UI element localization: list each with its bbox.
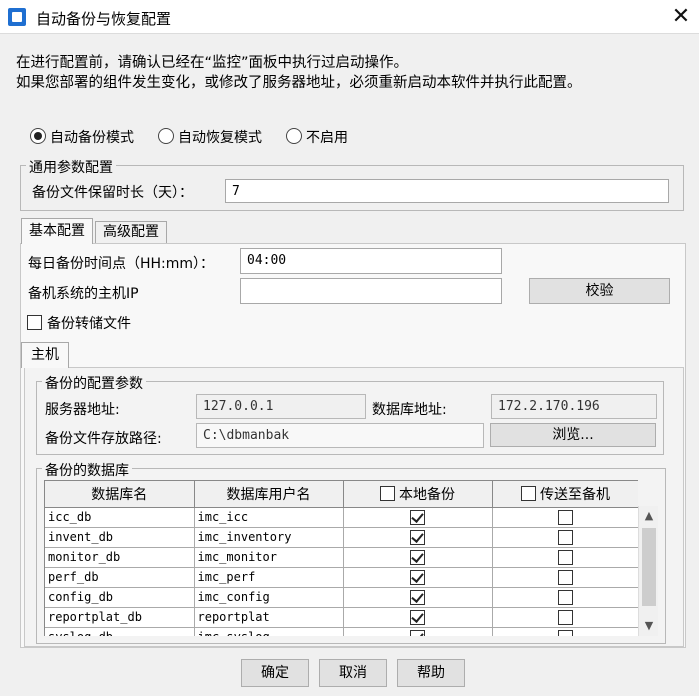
send-standby-checkbox[interactable] (558, 509, 573, 525)
table-row[interactable]: perf_db imc_perf (45, 567, 638, 588)
local-backup-checkbox[interactable] (410, 509, 425, 525)
config-params-title: 备份的配置参数 (42, 373, 146, 393)
table-scrollbar[interactable]: ▲ ▼ (638, 506, 658, 636)
db-name-cell: invent_db (45, 527, 195, 548)
table-row[interactable]: reportplat_db reportplat (45, 607, 638, 628)
title-bar: 自动备份与恢复配置 ✕ (0, 0, 699, 34)
col-header-local-backup[interactable]: 本地备份 (343, 481, 493, 508)
local-backup-checkbox[interactable] (410, 529, 425, 545)
col-header-db-name[interactable]: 数据库名 (45, 481, 195, 508)
tab-basic-config[interactable]: 基本配置 (21, 218, 93, 244)
standby-ip-input[interactable] (240, 278, 502, 304)
send-standby-all-checkbox[interactable] (521, 485, 536, 501)
verify-button[interactable]: 校验 (529, 278, 670, 304)
intro-line-1: 在进行配置前，请确认已经在“监控”面板中执行过启动操作。 (16, 55, 409, 71)
backup-path-field[interactable]: C:\dbmanbak (196, 423, 484, 448)
send-standby-checkbox[interactable] (558, 589, 573, 605)
retention-input[interactable]: 7 (225, 179, 669, 203)
db-name-cell: icc_db (45, 507, 195, 528)
table-row[interactable]: invent_db imc_inventory (45, 527, 638, 548)
local-backup-checkbox[interactable] (410, 549, 425, 565)
scroll-thumb[interactable] (642, 528, 656, 606)
radio-disable[interactable] (286, 128, 302, 144)
tab-advanced-config[interactable]: 高级配置 (95, 221, 167, 243)
send-standby-checkbox[interactable] (558, 629, 573, 636)
app-icon (8, 8, 26, 26)
db-user-cell: imc_inventory (194, 527, 344, 548)
cancel-button[interactable]: 取消 (319, 659, 387, 687)
db-user-cell: imc_syslog (194, 627, 344, 636)
db-name-cell: monitor_db (45, 547, 195, 568)
scroll-up-icon[interactable]: ▲ (639, 506, 659, 526)
databases-title: 备份的数据库 (42, 460, 132, 480)
db-user-cell: imc_perf (194, 567, 344, 588)
radio-auto-backup-label[interactable]: 自动备份模式 (50, 127, 134, 147)
col-header-local-backup-label: 本地备份 (399, 486, 455, 503)
radio-auto-restore[interactable] (158, 128, 174, 144)
send-standby-checkbox[interactable] (558, 549, 573, 565)
intro-line-2: 如果您部署的组件发生变化，或修改了服务器地址，必须重新启动本软件并执行此配置。 (16, 75, 582, 91)
table-row[interactable]: monitor_db imc_monitor (45, 547, 638, 568)
radio-disable-label[interactable]: 不启用 (306, 127, 348, 147)
tab-host[interactable]: 主机 (21, 342, 69, 368)
ok-button[interactable]: 确定 (241, 659, 309, 687)
db-name-cell: perf_db (45, 567, 195, 588)
scroll-down-icon[interactable]: ▼ (639, 616, 659, 636)
table-row[interactable]: config_db imc_config (45, 587, 638, 608)
db-name-cell: reportplat_db (45, 607, 195, 628)
backup-time-label: 每日备份时间点（HH:mm）： (28, 256, 215, 272)
window-title: 自动备份与恢复配置 (36, 10, 172, 28)
col-header-send-standby-label: 传送至备机 (540, 486, 610, 503)
db-user-cell: imc_monitor (194, 547, 344, 568)
db-user-cell: reportplat (194, 607, 344, 628)
close-icon[interactable]: ✕ (664, 1, 698, 33)
backup-time-input[interactable]: 04:00 (240, 248, 502, 274)
server-address-label: 服务器地址: (45, 402, 120, 418)
send-standby-checkbox[interactable] (558, 609, 573, 625)
col-header-db-user[interactable]: 数据库用户名 (194, 481, 344, 508)
send-standby-checkbox[interactable] (558, 529, 573, 545)
backup-path-label: 备份文件存放路径: (45, 431, 162, 447)
db-name-cell: syslog_db (45, 627, 195, 636)
db-user-cell: imc_config (194, 587, 344, 608)
local-backup-checkbox[interactable] (410, 569, 425, 585)
dump-label[interactable]: 备份转储文件 (47, 313, 131, 333)
browse-button[interactable]: 浏览... (490, 423, 656, 447)
db-address-label: 数据库地址: (372, 402, 447, 418)
local-backup-all-checkbox[interactable] (380, 485, 395, 501)
db-user-cell: imc_icc (194, 507, 344, 528)
local-backup-checkbox[interactable] (410, 609, 425, 625)
help-button[interactable]: 帮助 (397, 659, 465, 687)
table-row[interactable]: syslog_db imc_syslog (45, 627, 638, 636)
databases-table: 数据库名 数据库用户名 本地备份 传送至备机 icc_db imc_icc in… (44, 480, 638, 636)
retention-label: 备份文件保留时长（天）： (32, 185, 193, 201)
server-address-field: 127.0.0.1 (196, 394, 366, 419)
dump-checkbox[interactable] (27, 315, 42, 330)
radio-auto-backup[interactable] (30, 128, 46, 144)
table-row[interactable]: icc_db imc_icc (45, 507, 638, 528)
db-name-cell: config_db (45, 587, 195, 608)
radio-auto-restore-label[interactable]: 自动恢复模式 (178, 127, 262, 147)
local-backup-checkbox[interactable] (410, 629, 425, 636)
db-address-field: 172.2.170.196 (491, 394, 657, 419)
standby-ip-label: 备机系统的主机IP (28, 286, 139, 302)
general-params-title: 通用参数配置 (26, 157, 116, 177)
col-header-send-standby[interactable]: 传送至备机 (492, 481, 638, 508)
send-standby-checkbox[interactable] (558, 569, 573, 585)
local-backup-checkbox[interactable] (410, 589, 425, 605)
